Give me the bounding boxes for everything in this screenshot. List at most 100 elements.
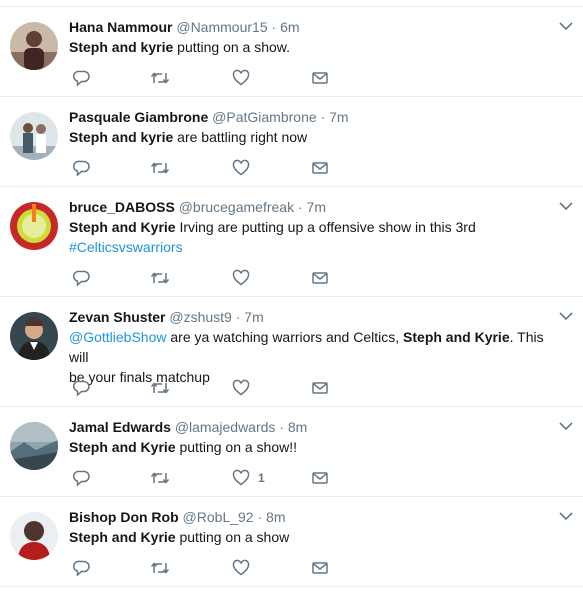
highlight-text: Steph and Kyrie bbox=[69, 439, 176, 455]
tweet[interactable]: Hana Nammour @Nammour15 · 6m Steph and k… bbox=[0, 7, 583, 97]
timestamp[interactable]: 8m bbox=[288, 419, 307, 435]
user-handle[interactable]: @lamajedwards bbox=[175, 419, 276, 435]
reply-icon bbox=[73, 470, 90, 487]
retweet-icon bbox=[150, 162, 170, 174]
tweet[interactable]: Pasquale Giambrone @PatGiambrone · 7m St… bbox=[0, 97, 583, 187]
retweet-icon bbox=[150, 382, 170, 394]
like-button[interactable] bbox=[232, 268, 258, 288]
tweet-text: @GottliebShow are ya watching warriors a… bbox=[69, 327, 559, 367]
like-button[interactable] bbox=[232, 68, 258, 88]
body-text: putting on a show!! bbox=[175, 439, 298, 455]
direct-message-button[interactable] bbox=[311, 268, 329, 288]
highlight-text: Steph and Kyrie bbox=[69, 219, 176, 235]
chevron-down-icon[interactable] bbox=[559, 421, 573, 431]
chevron-down-icon[interactable] bbox=[559, 311, 573, 321]
reply-button[interactable] bbox=[73, 378, 91, 398]
display-name[interactable]: Bishop Don Rob bbox=[69, 509, 179, 525]
like-button[interactable]: 1 bbox=[232, 468, 265, 488]
avatar[interactable] bbox=[10, 312, 58, 360]
retweet-button[interactable] bbox=[150, 468, 170, 488]
tweet[interactable]: bruce_DABOSS @brucegamefreak · 7m Steph … bbox=[0, 187, 583, 297]
reply-icon bbox=[73, 560, 90, 577]
retweet-button[interactable] bbox=[150, 158, 170, 178]
tweet-text: Steph and kyrie are battling right now bbox=[69, 127, 559, 147]
heart-icon bbox=[232, 469, 250, 486]
retweet-button[interactable] bbox=[150, 558, 170, 578]
envelope-icon bbox=[312, 382, 328, 394]
tweet[interactable]: Bishop Don Rob @RobL_92 · 8m Steph and K… bbox=[0, 497, 583, 587]
chevron-down-icon[interactable] bbox=[559, 511, 573, 521]
avatar[interactable] bbox=[10, 422, 58, 470]
chevron-down-icon[interactable] bbox=[559, 21, 573, 31]
hashtag-link[interactable]: #Celticsvswarriors bbox=[69, 239, 183, 255]
retweet-button[interactable] bbox=[150, 378, 170, 398]
mention-link[interactable]: @GottliebShow bbox=[69, 329, 166, 345]
timestamp[interactable]: 7m bbox=[244, 309, 263, 325]
tweet-text: Steph and kyrie putting on a show. bbox=[69, 37, 559, 57]
tweet[interactable]: Jamal Edwards @lamajedwards · 8m Steph a… bbox=[0, 407, 583, 497]
user-handle[interactable]: @brucegamefreak bbox=[179, 199, 294, 215]
like-button[interactable] bbox=[232, 158, 258, 178]
avatar[interactable] bbox=[10, 112, 58, 160]
separator: · bbox=[271, 19, 277, 35]
chevron-down-icon[interactable] bbox=[559, 201, 573, 211]
display-name[interactable]: Pasquale Giambrone bbox=[69, 109, 208, 125]
avatar[interactable] bbox=[10, 202, 58, 250]
highlight-text: Steph and kyrie bbox=[69, 39, 174, 55]
user-handle[interactable]: @zshust9 bbox=[169, 309, 231, 325]
timestamp[interactable]: 7m bbox=[307, 199, 326, 215]
retweet-icon bbox=[150, 562, 170, 574]
heart-icon bbox=[232, 559, 250, 576]
separator: · bbox=[297, 199, 303, 215]
highlight-text: Steph and kyrie bbox=[69, 129, 174, 145]
like-count: 1 bbox=[258, 471, 265, 485]
reply-button[interactable] bbox=[73, 158, 91, 178]
body-text: are battling right now bbox=[173, 129, 308, 145]
reply-button[interactable] bbox=[73, 468, 91, 488]
like-button[interactable] bbox=[232, 378, 258, 398]
body-text: putting on a show. bbox=[173, 39, 291, 55]
body-text: putting on a show bbox=[175, 529, 290, 545]
highlight-text: Steph and Kyrie bbox=[403, 329, 510, 345]
separator: · bbox=[279, 419, 284, 435]
direct-message-button[interactable] bbox=[311, 468, 329, 488]
reply-icon bbox=[73, 270, 90, 287]
tweet-text: Steph and Kyrie putting on a show!! bbox=[69, 437, 559, 457]
user-handle[interactable]: @RobL_92 bbox=[183, 509, 254, 525]
display-name[interactable]: Zevan Shuster bbox=[69, 309, 165, 325]
direct-message-button[interactable] bbox=[311, 158, 329, 178]
retweet-icon bbox=[150, 72, 170, 84]
display-name[interactable]: Jamal Edwards bbox=[69, 419, 171, 435]
display-name[interactable]: bruce_DABOSS bbox=[69, 199, 175, 215]
tweet-text: Steph and Kyrie Irving are putting up a … bbox=[69, 217, 559, 237]
user-handle[interactable]: @PatGiambrone bbox=[212, 109, 316, 125]
reply-icon bbox=[73, 70, 90, 87]
display-name[interactable]: Hana Nammour bbox=[69, 19, 172, 35]
separator: · bbox=[235, 309, 241, 325]
direct-message-button[interactable] bbox=[311, 378, 329, 398]
heart-icon bbox=[232, 69, 250, 86]
reply-button[interactable] bbox=[73, 68, 91, 88]
envelope-icon bbox=[312, 272, 328, 284]
timestamp[interactable]: 6m bbox=[280, 19, 299, 35]
like-button[interactable] bbox=[232, 558, 258, 578]
tweet[interactable]: Zevan Shuster @zshust9 · 7m @GottliebSho… bbox=[0, 297, 583, 407]
direct-message-button[interactable] bbox=[311, 68, 329, 88]
user-handle[interactable]: @Nammour15 bbox=[176, 19, 267, 35]
retweet-button[interactable] bbox=[150, 68, 170, 88]
envelope-icon bbox=[312, 72, 328, 84]
retweet-button[interactable] bbox=[150, 268, 170, 288]
reply-button[interactable] bbox=[73, 268, 91, 288]
avatar[interactable] bbox=[10, 512, 58, 560]
avatar[interactable] bbox=[10, 22, 58, 70]
tweet-text: Steph and Kyrie putting on a show bbox=[69, 527, 559, 547]
tweet-feed: Hana Nammour @Nammour15 · 6m Steph and k… bbox=[0, 0, 583, 594]
separator: · bbox=[257, 509, 263, 525]
timestamp[interactable]: 7m bbox=[329, 109, 348, 125]
reply-button[interactable] bbox=[73, 558, 91, 578]
envelope-icon bbox=[312, 162, 328, 174]
timestamp[interactable]: 8m bbox=[266, 509, 285, 525]
direct-message-button[interactable] bbox=[311, 558, 329, 578]
envelope-icon bbox=[312, 472, 328, 484]
heart-icon bbox=[232, 159, 250, 176]
